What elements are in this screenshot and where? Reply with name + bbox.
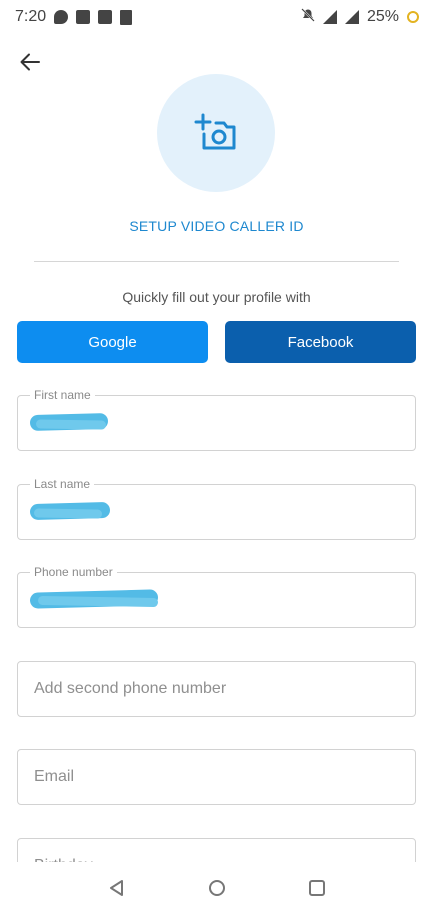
- last-name-field[interactable]: Last name: [17, 477, 416, 540]
- screenshot-notification-icon: [76, 10, 91, 24]
- first-name-label: First name: [30, 388, 95, 402]
- nav-back-button[interactable]: [102, 873, 132, 903]
- status-bar: 7:20 25%: [0, 0, 433, 34]
- back-button[interactable]: [14, 46, 46, 78]
- second-phone-input[interactable]: [18, 662, 415, 716]
- divider: [34, 261, 399, 262]
- redaction-mark: [35, 419, 107, 430]
- phone-number-field[interactable]: Phone number: [17, 565, 416, 628]
- circle-home-icon: [208, 880, 225, 896]
- nav-recents-button[interactable]: [302, 873, 332, 903]
- message-notification-icon: [54, 10, 69, 24]
- quick-fill-text: Quickly fill out your profile with: [122, 289, 311, 305]
- nav-home-button[interactable]: [202, 873, 232, 903]
- battery-percent: 25%: [366, 8, 399, 25]
- email-input[interactable]: [18, 750, 415, 804]
- clock: 7:20: [15, 8, 47, 25]
- first-name-field[interactable]: First name: [17, 388, 416, 451]
- cell-signal-2-icon: [344, 10, 359, 24]
- setup-video-caller-id-link[interactable]: SETUP VIDEO CALLER ID: [0, 218, 433, 234]
- last-name-label: Last name: [30, 477, 95, 491]
- phone-number-label: Phone number: [30, 565, 117, 579]
- cell-signal-icon: [322, 10, 337, 24]
- email-field[interactable]: [17, 749, 416, 805]
- facebook-button[interactable]: Facebook: [225, 321, 416, 363]
- triangle-back-icon: [109, 880, 123, 896]
- square-recents-icon: [308, 880, 325, 896]
- battery-saver-icon: [407, 11, 419, 23]
- add-photo-icon: [194, 113, 236, 150]
- system-nav-bar: [0, 862, 433, 914]
- file-notification-icon: [120, 9, 133, 25]
- google-button[interactable]: Google: [17, 321, 208, 363]
- app-notification-icon: [98, 10, 113, 24]
- redaction-mark: [33, 508, 103, 519]
- second-phone-field[interactable]: [17, 661, 416, 717]
- mute-icon: [301, 7, 315, 27]
- arrow-left-icon: [20, 53, 40, 71]
- add-photo-button[interactable]: [157, 74, 275, 192]
